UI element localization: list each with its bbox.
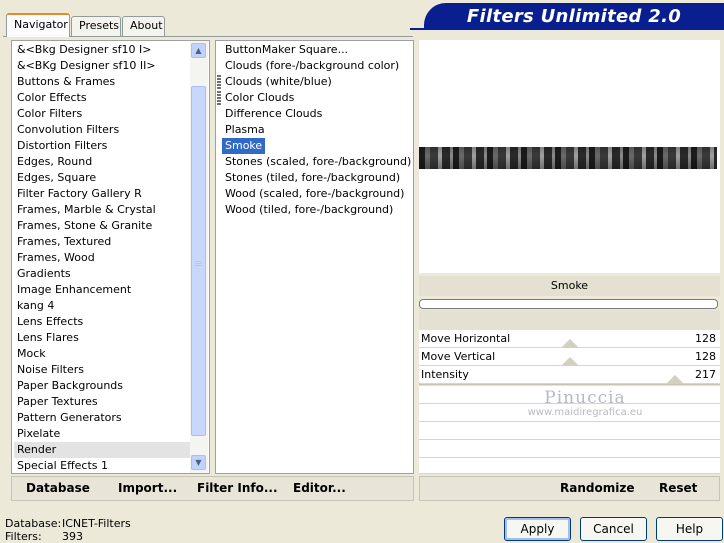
apply-button[interactable]: Apply (504, 517, 571, 541)
category-item[interactable]: Frames, Stone & Granite (14, 218, 192, 234)
filter-item[interactable]: Wood (tiled, fore-/background) (222, 202, 396, 218)
category-item[interactable]: Special Effects 1 (14, 458, 192, 474)
param-label: Intensity (421, 368, 469, 381)
category-item[interactable]: Render (14, 442, 192, 458)
filter-item[interactable]: Smoke (222, 138, 266, 154)
param-value: 128 (695, 350, 716, 363)
current-filter-name: Smoke (419, 276, 720, 296)
filter-item[interactable]: Stones (scaled, fore-/background) (222, 154, 414, 170)
category-item[interactable]: Frames, Wood (14, 250, 192, 266)
filter-info-button[interactable]: Filter Info... (197, 481, 278, 495)
param-label: Move Horizontal (421, 332, 511, 345)
tab-presets-label: Presets (79, 19, 120, 32)
category-item[interactable]: Filter Factory Gallery R (14, 186, 192, 202)
import-button[interactable]: Import... (118, 481, 177, 495)
category-item[interactable]: Buttons & Frames (14, 74, 192, 90)
filter-item[interactable]: Wood (scaled, fore-/background) (222, 186, 407, 202)
database-label: Database: (5, 517, 62, 530)
database-button[interactable]: Database (26, 481, 90, 495)
category-item[interactable]: Lens Flares (14, 330, 192, 346)
category-item[interactable]: Pattern Generators (14, 410, 192, 426)
tab-navigator-label: Navigator (14, 18, 68, 31)
left-toolbar: Database Import... Filter Info... Editor… (11, 476, 414, 501)
category-item[interactable]: Paper Backgrounds (14, 378, 192, 394)
right-toolbar: Randomize Reset (419, 476, 720, 501)
favorite-marker-icon (217, 75, 221, 89)
filters-label: Filters: (5, 530, 42, 543)
tab-presets[interactable]: Presets (71, 16, 121, 36)
category-item[interactable]: Image Enhancement (14, 282, 192, 298)
category-item[interactable]: Gradients (14, 266, 192, 282)
param-row-empty (419, 422, 720, 440)
category-item[interactable]: &<BKg Designer sf10 II> (14, 58, 192, 74)
database-value: ICNET-Filters (62, 517, 131, 530)
filter-list: ButtonMaker Square... Clouds (fore-/backg… (222, 42, 411, 218)
scroll-down-icon[interactable]: ▼ (191, 455, 206, 470)
category-list-panel: &<Bkg Designer sf10 I> &<BKg Designer sf1… (11, 40, 210, 474)
filter-item[interactable]: Difference Clouds (222, 106, 325, 122)
slider-thumb-intensity[interactable] (665, 375, 684, 384)
tab-navigator[interactable]: Navigator (6, 13, 70, 37)
filter-list-panel: ButtonMaker Square... Clouds (fore-/backg… (215, 40, 414, 474)
category-item[interactable]: Noise Filters (14, 362, 192, 378)
tab-about-label: About (130, 19, 163, 32)
reset-button[interactable]: Reset (659, 481, 697, 495)
randomize-button[interactable]: Randomize (560, 481, 634, 495)
category-item[interactable]: Distortion Filters (14, 138, 192, 154)
category-item[interactable]: Convolution Filters (14, 122, 192, 138)
category-item[interactable]: Color Effects (14, 90, 192, 106)
scroll-thumb[interactable] (191, 86, 206, 436)
category-item[interactable]: kang 4 (14, 298, 192, 314)
category-scrollbar[interactable]: ▲ ▼ (190, 41, 208, 473)
filter-item[interactable]: ButtonMaker Square... (222, 42, 351, 58)
watermark-title: Pinuccia (544, 388, 626, 408)
filter-item[interactable]: Clouds (fore-/background color) (222, 58, 402, 74)
scroll-up-icon[interactable]: ▲ (191, 43, 206, 58)
watermark: Pinuccia www.maidiregrafica.eu (500, 388, 670, 418)
category-list: &<Bkg Designer sf10 I> &<BKg Designer sf1… (14, 42, 192, 474)
favorite-marker-icon (217, 91, 221, 105)
preview-area (419, 40, 720, 273)
tab-about[interactable]: About (122, 16, 165, 36)
slider-track (419, 384, 720, 385)
param-row-empty (419, 440, 720, 458)
category-item[interactable]: Color Filters (14, 106, 192, 122)
param-row-empty (419, 458, 720, 474)
slider-thumb-move-vertical[interactable] (560, 357, 579, 366)
param-value: 217 (695, 368, 716, 381)
category-item[interactable]: Frames, Marble & Crystal (14, 202, 192, 218)
param-value: 128 (695, 332, 716, 345)
category-item[interactable]: Paper Textures (14, 394, 192, 410)
progress-bar (419, 299, 718, 309)
filters-count: 393 (62, 530, 83, 543)
grip-icon (195, 261, 202, 267)
filter-item[interactable]: Plasma (222, 122, 268, 138)
title-underline (410, 28, 724, 30)
preview-image (419, 147, 717, 169)
watermark-url: www.maidiregrafica.eu (527, 407, 643, 418)
slider-thumb-move-horizontal[interactable] (560, 339, 579, 348)
app-title: Filters Unlimited 2.0 (424, 3, 724, 29)
category-item[interactable]: &<Bkg Designer sf10 I> (14, 42, 192, 58)
param-label: Move Vertical (421, 350, 496, 363)
filter-item[interactable]: Stones (tiled, fore-/background) (222, 170, 403, 186)
filter-item[interactable]: Color Clouds (222, 90, 297, 106)
category-item[interactable]: Edges, Round (14, 154, 192, 170)
category-item[interactable]: Lens Effects (14, 314, 192, 330)
help-button[interactable]: Help (656, 517, 723, 541)
category-item[interactable]: Edges, Square (14, 170, 192, 186)
filter-item[interactable]: Clouds (white/blue) (222, 74, 335, 90)
editor-button[interactable]: Editor... (293, 481, 346, 495)
category-item[interactable]: Frames, Textured (14, 234, 192, 250)
cancel-button[interactable]: Cancel (580, 517, 647, 541)
category-item[interactable]: Mock (14, 346, 192, 362)
category-item[interactable]: Pixelate (14, 426, 192, 442)
